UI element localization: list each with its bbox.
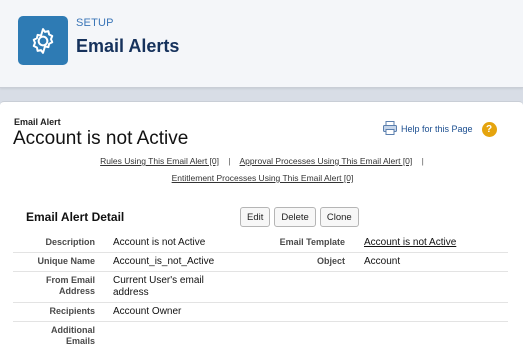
page-header: SETUP Email Alerts xyxy=(0,0,523,88)
detail-button-group: Edit Delete Clone xyxy=(240,207,359,227)
detail-section-title: Email Alert Detail xyxy=(26,210,125,224)
field-label: Object xyxy=(316,256,345,266)
entitlement-processes-link[interactable]: Entitlement Processes Using This Email A… xyxy=(172,173,354,183)
detail-row-from-email: From Email Address Current User's email … xyxy=(13,272,508,303)
rules-link[interactable]: Rules Using This Email Alert [0] xyxy=(100,156,219,166)
help-link[interactable]: Help for this Page ? xyxy=(382,120,497,138)
clone-button[interactable]: Clone xyxy=(319,207,359,227)
help-link-label[interactable]: Help for this Page xyxy=(401,124,473,134)
related-links-row: Entitlement Processes Using This Email A… xyxy=(0,173,523,183)
field-value: Account is not Active xyxy=(345,234,456,252)
detail-row-recipients: Recipients Account Owner xyxy=(13,303,508,322)
field-value: Current User's email address xyxy=(113,275,204,298)
field-label: From Email Address xyxy=(45,275,95,296)
help-question-icon[interactable]: ? xyxy=(481,121,497,137)
edit-button[interactable]: Edit xyxy=(240,207,271,227)
field-label: Recipients xyxy=(49,306,95,316)
field-value xyxy=(95,322,245,350)
email-template-link[interactable]: Account is not Active xyxy=(364,237,456,248)
field-label: Additional Emails xyxy=(51,325,95,346)
field-label: Description xyxy=(45,237,95,247)
approval-processes-link[interactable]: Approval Processes Using This Email Aler… xyxy=(240,156,413,166)
detail-row-additional-emails: Additional Emails xyxy=(13,322,508,350)
field-label: Unique Name xyxy=(37,256,95,266)
section-label: SETUP xyxy=(76,17,114,29)
printer-icon[interactable] xyxy=(382,120,398,138)
detail-row-unique-name: Unique Name Account_is_not_Active Object… xyxy=(13,253,508,272)
field-value: Account is not Active xyxy=(113,237,206,248)
delete-button[interactable]: Delete xyxy=(274,207,316,227)
detail-row-description: Description Account is not Active Email … xyxy=(13,234,508,253)
field-value: Account Owner xyxy=(113,306,182,317)
gear-icon xyxy=(18,16,68,65)
content-panel: Email Alert Account is not Active Help f… xyxy=(0,101,523,350)
field-value: Account xyxy=(364,256,401,267)
detail-table: Description Account is not Active Email … xyxy=(13,234,508,350)
separator: | xyxy=(421,156,424,166)
record-name: Account is not Active xyxy=(13,128,189,149)
field-value: Account_is_not_Active xyxy=(113,256,215,267)
related-links-row: Rules Using This Email Alert [0] | Appro… xyxy=(0,156,523,166)
page-title: Email Alerts xyxy=(76,36,180,56)
record-type-label: Email Alert xyxy=(14,117,61,127)
separator: | xyxy=(228,156,231,166)
field-label: Email Template xyxy=(279,237,345,247)
